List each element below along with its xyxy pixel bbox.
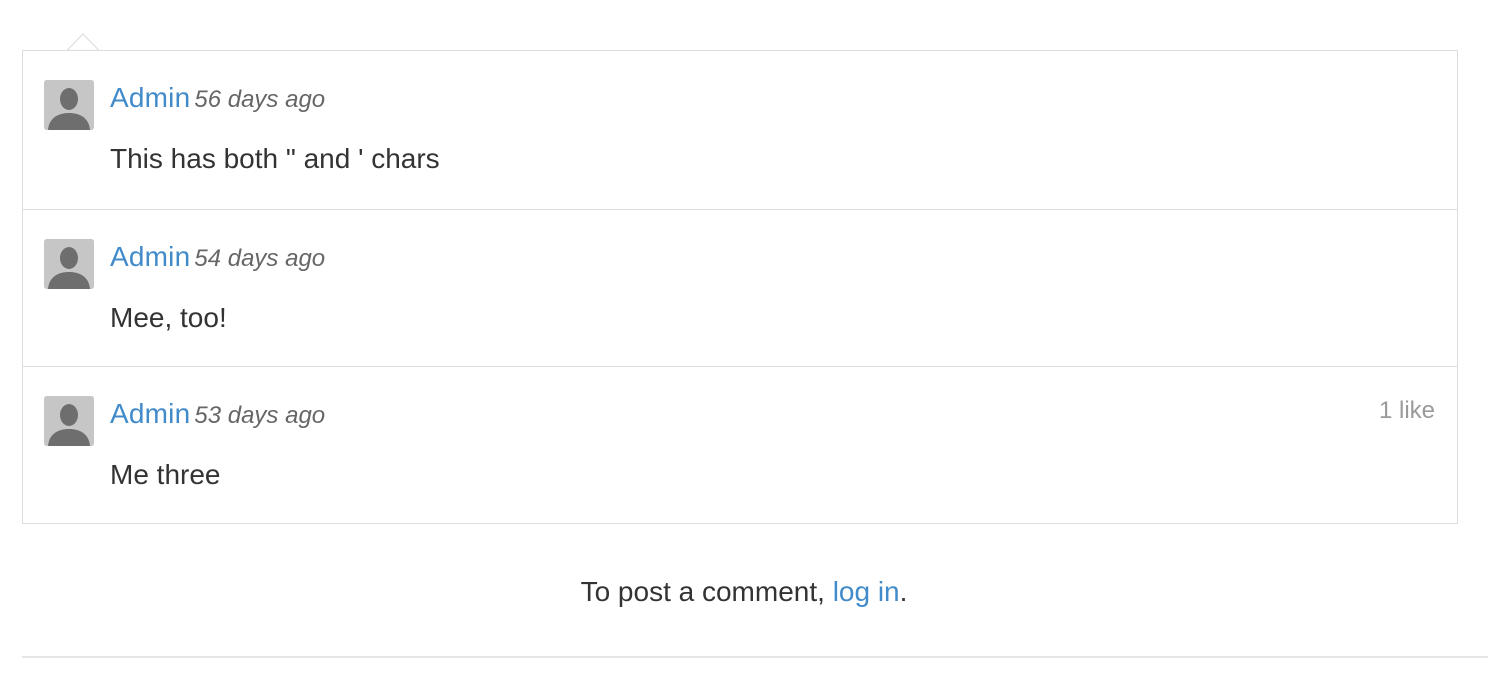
comment-item: Admin 56 days ago This has both " and ' c… xyxy=(23,51,1457,209)
author-link[interactable]: Admin xyxy=(110,241,190,272)
comment-timestamp: 54 days ago xyxy=(194,245,326,272)
comment-timestamp: 56 days ago xyxy=(194,86,326,113)
comment-header: Admin 54 days ago xyxy=(110,241,325,273)
comment-timestamp: 53 days ago xyxy=(194,402,326,429)
comment-header: Admin 53 days ago xyxy=(110,398,325,430)
comment-body: Me three xyxy=(110,459,221,490)
comment-body: Mee, too! xyxy=(110,302,227,333)
avatar-icon[interactable] xyxy=(44,80,94,130)
post-prompt-prefix: To post a comment, xyxy=(580,576,833,607)
comment-header: Admin 56 days ago xyxy=(110,82,325,114)
comment-list: Admin 56 days ago This has both " and ' c… xyxy=(22,50,1458,524)
comment-item: Admin 54 days ago Mee, too! xyxy=(23,209,1457,366)
author-link[interactable]: Admin xyxy=(110,82,190,113)
comment-body: This has both " and ' chars xyxy=(110,143,440,174)
comment-item: Admin 53 days ago 1 like Me three xyxy=(23,366,1457,523)
caret-up-icon xyxy=(67,33,99,51)
post-comment-prompt: To post a comment, log in. xyxy=(0,576,1488,608)
avatar-icon[interactable] xyxy=(44,396,94,446)
like-count[interactable]: 1 like xyxy=(1379,397,1435,425)
log-in-link[interactable]: log in xyxy=(833,576,900,607)
section-divider xyxy=(22,656,1488,658)
author-link[interactable]: Admin xyxy=(110,398,190,429)
post-prompt-suffix: . xyxy=(899,576,908,607)
avatar-icon[interactable] xyxy=(44,239,94,289)
